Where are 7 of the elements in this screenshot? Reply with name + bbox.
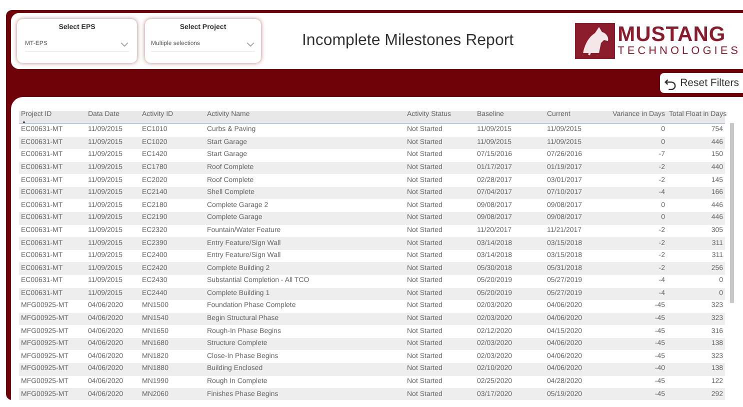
logo-tagline: TECHNOLOGIES <box>618 45 741 57</box>
logo-name: MUSTANG <box>618 25 726 45</box>
undo-icon <box>664 76 678 90</box>
report-title: Incomplete Milestones Report <box>300 32 515 50</box>
chevron-down-icon <box>120 42 129 46</box>
chevron-down-icon <box>246 42 255 46</box>
reset-filters-button[interactable]: Reset Filters <box>660 73 743 93</box>
